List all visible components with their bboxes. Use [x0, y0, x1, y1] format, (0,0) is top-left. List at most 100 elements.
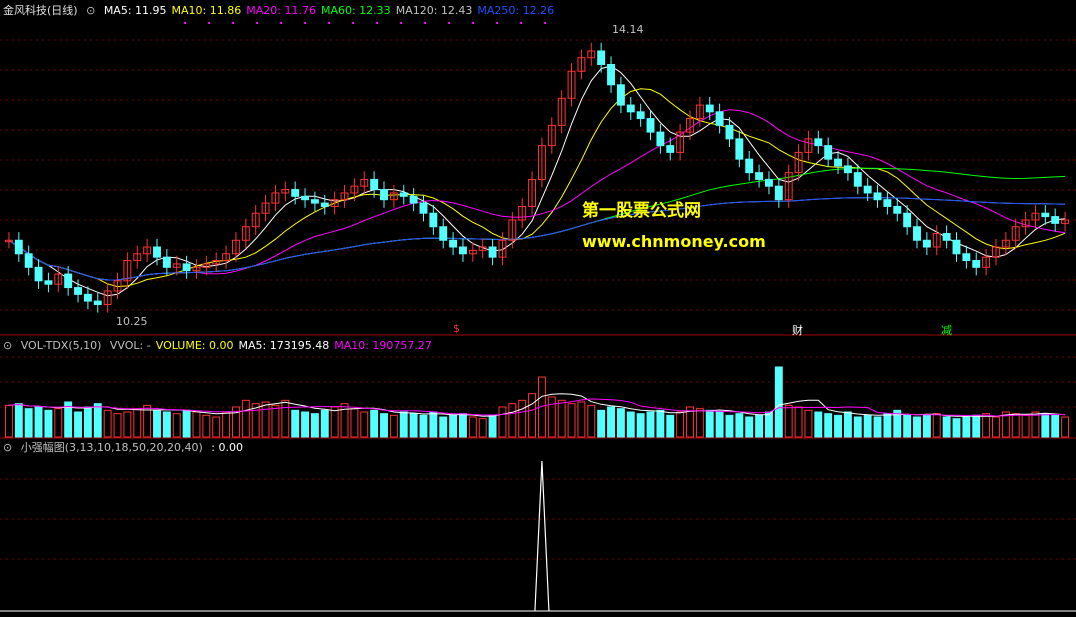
candle-body: [656, 131, 665, 147]
volume-bar: [676, 411, 685, 438]
candle-body: [320, 202, 329, 207]
volume-bar: [380, 413, 388, 438]
volume-bar: [439, 416, 448, 438]
candle-body: [962, 253, 971, 262]
volume-bar: [320, 409, 329, 438]
volume-bar: [656, 409, 665, 438]
volume-bar: [636, 413, 645, 438]
candle-body: [488, 246, 497, 258]
candle-body: [814, 138, 823, 147]
candle-body: [853, 172, 862, 187]
signal-dot: [424, 22, 426, 24]
volume-bar: [745, 416, 754, 438]
volume-bar: [182, 409, 191, 438]
volume-bar: [528, 393, 537, 438]
volume-chart: [0, 356, 1076, 439]
volume-bar: [764, 411, 773, 438]
volume-bar: [982, 413, 991, 438]
candle-body: [459, 246, 467, 255]
volume-bar: [44, 409, 53, 438]
volume-bar: [695, 408, 704, 438]
volume-bar: [113, 413, 122, 438]
volume-bar: [992, 416, 1000, 438]
volume-bar: [873, 416, 882, 438]
volume-bar: [468, 416, 477, 438]
candle-body: [636, 111, 645, 120]
volume-bar: [370, 409, 379, 438]
volume-bar: [774, 366, 783, 438]
volume-bar: [666, 414, 675, 438]
volume-bar: [804, 409, 813, 438]
volume-bar: [271, 404, 280, 438]
candle-body: [883, 199, 892, 207]
volume-bar: [409, 413, 418, 438]
candle-body: [646, 118, 655, 133]
volume-bar: [913, 416, 921, 438]
volume-bar: [903, 414, 912, 438]
signal-dot: [352, 22, 354, 24]
volume-pane[interactable]: ⊙ VOL-TDX(5,10) VVOL: - VOLUME: 0.00 MA5: …: [0, 337, 1076, 439]
candle-body: [824, 145, 833, 160]
candle-body: [903, 212, 912, 228]
volume-bar: [153, 409, 161, 438]
signal-dot: [280, 22, 282, 24]
volume-bar: [853, 416, 862, 438]
signal-dot: [400, 22, 402, 24]
candle-body: [24, 253, 33, 268]
candle-body: [182, 263, 191, 272]
volume-bar: [419, 414, 428, 438]
volume-bar: [1041, 413, 1050, 438]
candle-body: [764, 178, 773, 187]
volume-bar: [350, 408, 359, 438]
volume-bar: [172, 413, 181, 438]
candle-body: [310, 199, 319, 204]
volume-bar: [14, 403, 23, 438]
signal-dot: [448, 22, 450, 24]
volume-bar: [962, 416, 971, 438]
candle-body: [409, 195, 418, 204]
signal-dot: [184, 22, 186, 24]
volume-bar: [133, 408, 142, 438]
signal-dot: [376, 22, 378, 24]
high-price-label: 14.14: [612, 23, 644, 36]
volume-bar: [281, 399, 290, 438]
volume-bar: [291, 409, 300, 438]
candle-body: [597, 50, 606, 66]
volume-bar: [83, 406, 92, 438]
candle-body: [843, 165, 852, 174]
volume-bar: [498, 406, 507, 438]
price-chart: [0, 22, 1076, 336]
marker-dividend[interactable]: $: [453, 322, 460, 335]
volume-bar: [192, 411, 201, 438]
volume-bar: [972, 414, 981, 438]
signal-dot: [328, 22, 330, 24]
marker-reduce[interactable]: 减: [941, 322, 952, 338]
volume-bar: [607, 406, 615, 438]
volume-bar: [883, 413, 892, 438]
signal-dot: [496, 22, 498, 24]
candle-body: [34, 266, 43, 282]
volume-bar: [429, 411, 438, 438]
watermark-url: www.chnmoney.com: [582, 232, 766, 251]
signal-dot: [472, 22, 474, 24]
volume-bar: [222, 411, 231, 438]
price-pane[interactable]: 金风科技(日线) ⊙ MA5: 11.95 MA10: 11.86 MA20: 11…: [0, 0, 1076, 338]
marker-finance[interactable]: 财: [792, 322, 803, 338]
candle-body: [380, 189, 388, 201]
volume-bar: [478, 418, 487, 438]
candle-body: [725, 124, 734, 140]
candle-body: [616, 84, 625, 106]
candle-body: [735, 138, 744, 160]
volume-bar: [123, 411, 132, 438]
candle-body: [44, 280, 53, 285]
candle-body: [74, 287, 82, 295]
candle-body: [449, 239, 458, 248]
volume-bar: [784, 404, 793, 438]
indicator-spike: [534, 460, 550, 612]
indicator-pane[interactable]: ⊙ 小强幅图(3,13,10,18,50,20,20,40) : 0.00: [0, 439, 1076, 617]
volume-bar: [567, 403, 576, 438]
volume-bar: [1061, 416, 1070, 438]
volume-bar: [626, 411, 635, 438]
volume-bar: [705, 409, 714, 438]
volume-bar: [942, 416, 951, 438]
